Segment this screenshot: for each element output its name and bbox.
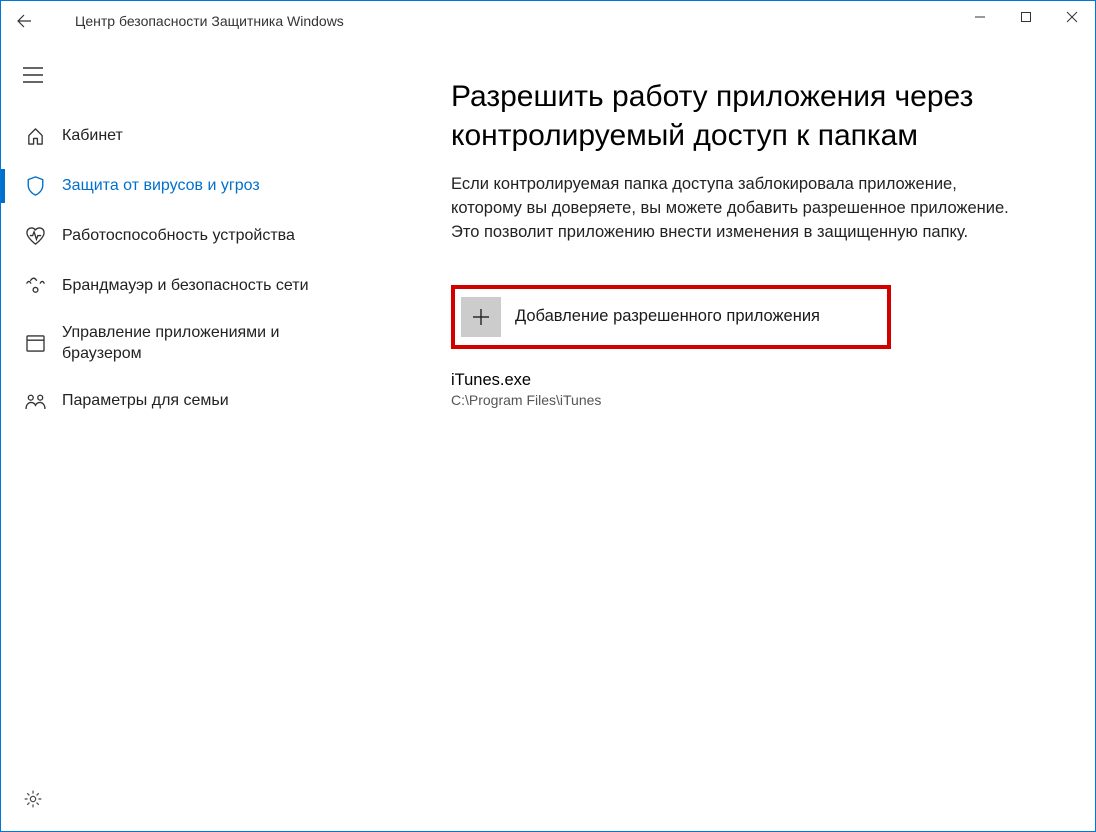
- allowed-app-path: C:\Program Files\iTunes: [451, 392, 1045, 408]
- heart-health-icon: [19, 227, 52, 246]
- minimize-icon: [974, 11, 986, 23]
- gear-icon: [23, 789, 43, 809]
- titlebar: Центр безопасности Защитника Windows: [1, 1, 1095, 41]
- sidebar-item-virus-threat[interactable]: Защита от вирусов и угроз: [1, 161, 371, 211]
- sidebar-item-label: Брандмауэр и безопасность сети: [62, 276, 309, 297]
- settings-button[interactable]: [13, 779, 53, 819]
- sidebar-item-device-health[interactable]: Работоспособность устройства: [1, 211, 371, 261]
- sidebar-item-family[interactable]: Параметры для семьи: [1, 377, 371, 427]
- close-icon: [1066, 11, 1078, 23]
- add-allowed-app-button[interactable]: Добавление разрешенного приложения: [461, 297, 820, 337]
- sidebar: Кабинет Защита от вирусов и угроз Работо…: [1, 41, 371, 831]
- app-window-icon: [19, 335, 52, 352]
- window-title: Центр безопасности Защитника Windows: [47, 13, 344, 29]
- maximize-button[interactable]: [1003, 1, 1049, 33]
- shield-icon: [19, 176, 52, 196]
- hamburger-button[interactable]: [1, 55, 371, 95]
- window-body: Кабинет Защита от вирусов и угроз Работо…: [1, 41, 1095, 831]
- sidebar-item-firewall[interactable]: Брандмауэр и безопасность сети: [1, 261, 371, 311]
- minimize-button[interactable]: [957, 1, 1003, 33]
- page-description: Если контролируемая папка доступа заблок…: [451, 173, 1011, 245]
- sidebar-item-app-browser[interactable]: Управление приложениями и браузером: [1, 311, 371, 377]
- page-title: Разрешить работу приложения через контро…: [451, 77, 1045, 155]
- app-window: Центр безопасности Защитника Windows: [0, 0, 1096, 832]
- network-icon: [19, 277, 52, 295]
- sidebar-item-label: Кабинет: [62, 126, 123, 147]
- allowed-app-entry[interactable]: iTunes.exe C:\Program Files\iTunes: [451, 371, 1045, 408]
- allowed-app-name: iTunes.exe: [451, 371, 1045, 390]
- sidebar-item-label: Параметры для семьи: [62, 391, 229, 412]
- add-allowed-app-highlight: Добавление разрешенного приложения: [451, 285, 891, 349]
- sidebar-item-label: Защита от вирусов и угроз: [62, 176, 260, 197]
- maximize-icon: [1020, 11, 1032, 23]
- back-button[interactable]: [1, 1, 47, 41]
- back-arrow-icon: [16, 13, 32, 29]
- window-controls: [957, 1, 1095, 33]
- add-allowed-app-label: Добавление разрешенного приложения: [515, 307, 820, 326]
- sidebar-item-label: Управление приложениями и браузером: [62, 323, 362, 365]
- sidebar-item-label: Работоспособность устройства: [62, 226, 295, 247]
- main-content: Разрешить работу приложения через контро…: [371, 41, 1095, 831]
- plus-icon: [461, 297, 501, 337]
- sidebar-item-home[interactable]: Кабинет: [1, 111, 371, 161]
- hamburger-icon: [23, 67, 43, 83]
- home-icon: [19, 127, 52, 146]
- close-button[interactable]: [1049, 1, 1095, 33]
- family-icon: [19, 393, 52, 410]
